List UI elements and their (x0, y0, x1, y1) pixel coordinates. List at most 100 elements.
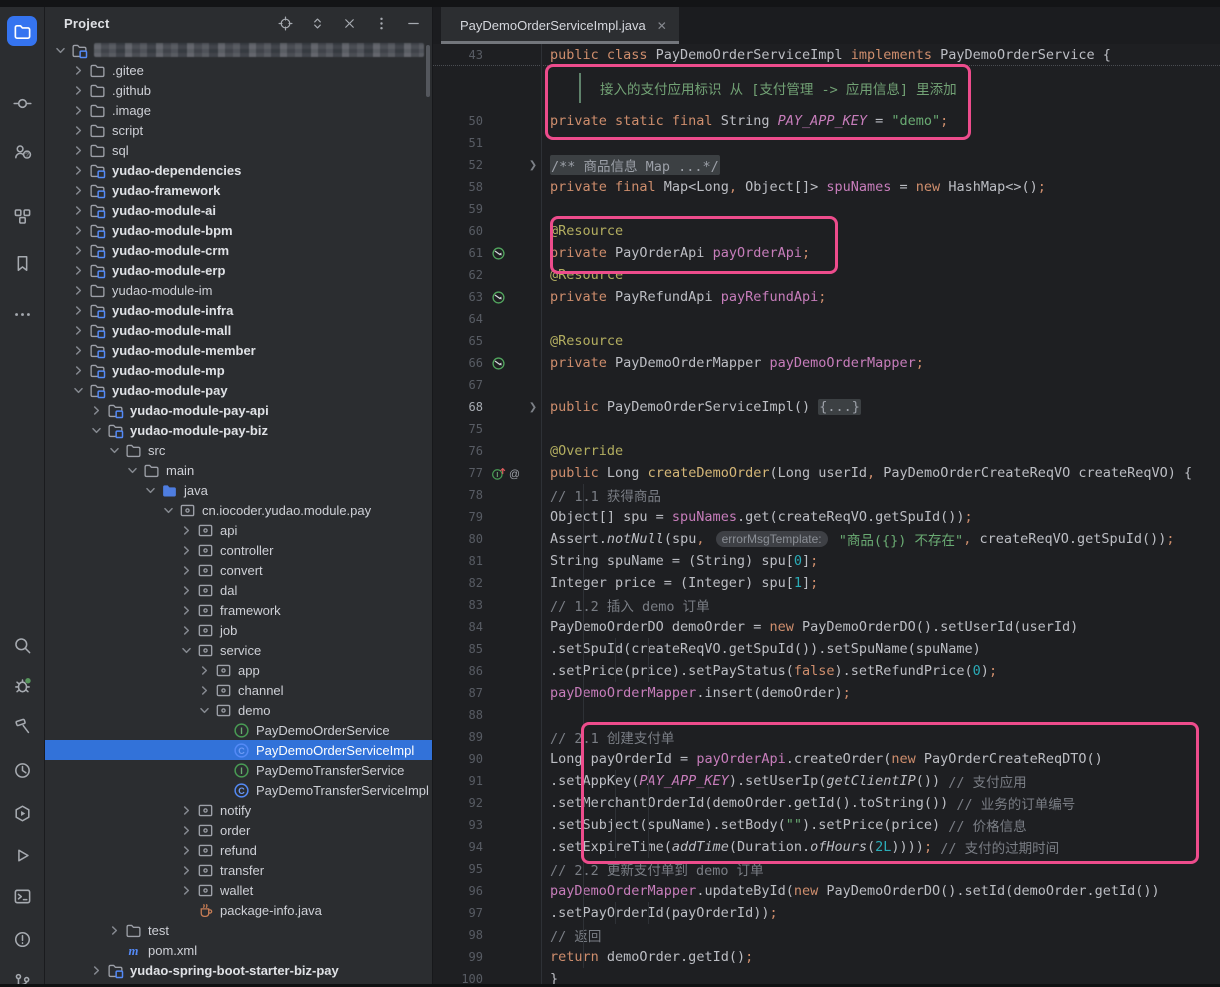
tree-item-yudao-module-pay-api[interactable]: yudao-module-pay-api (45, 400, 432, 420)
chevron-right-icon[interactable] (197, 663, 212, 678)
debug-icon[interactable] (7, 670, 37, 700)
chevron-right-icon[interactable] (71, 283, 86, 298)
close-icon[interactable]: ✕ (657, 19, 667, 33)
chevron-down-icon[interactable] (197, 703, 212, 718)
tree-scrollbar-thumb[interactable] (426, 45, 430, 97)
chevron-right-icon[interactable] (179, 583, 194, 598)
code-line-98[interactable]: 98 // 返回 (433, 924, 1220, 946)
chevron-right-icon[interactable] (107, 923, 122, 938)
problems-icon[interactable] (7, 924, 37, 954)
run-icon[interactable] (7, 840, 37, 870)
fold-chevron-icon[interactable]: ❯ (525, 154, 542, 176)
code-line-93[interactable]: 93 .setSubject(spuName).setBody("").setP… (433, 814, 1220, 836)
code-line-65[interactable]: 65 @Resource (433, 330, 1220, 352)
code-line-95[interactable]: 95 // 2.2 更新支付单到 demo 订单 (433, 858, 1220, 880)
chevron-right-icon[interactable] (179, 623, 194, 638)
code-line-80[interactable]: 80 Assert.notNull(spu, errorMsgTemplate:… (433, 528, 1220, 550)
structure-icon[interactable] (7, 201, 37, 231)
chevron-down-icon[interactable] (161, 503, 176, 518)
services-icon[interactable] (7, 798, 37, 828)
tree-item-dal[interactable]: dal (45, 580, 432, 600)
tree-item-main[interactable]: main (45, 460, 432, 480)
code-line-91[interactable]: 91 .setAppKey(PAY_APP_KEY).setUserIp(get… (433, 770, 1220, 792)
chevron-right-icon[interactable] (179, 563, 194, 578)
tree-item-pom-xml[interactable]: mpom.xml (45, 940, 432, 960)
chevron-right-icon[interactable] (179, 803, 194, 818)
code-line-94[interactable]: 94 .setExpireTime(addTime(Duration.ofHou… (433, 836, 1220, 858)
tree-item-yudao-module-bpm[interactable]: yudao-module-bpm (45, 220, 432, 240)
code-line-61[interactable]: 61 private PayOrderApi payOrderApi; (433, 242, 1220, 264)
chevron-down-icon[interactable] (89, 423, 104, 438)
chevron-right-icon[interactable] (89, 403, 104, 418)
collapse-all-icon[interactable] (340, 15, 358, 33)
autowired-bean-icon[interactable] (491, 246, 506, 261)
tree-item-yudao-module-ai[interactable]: yudao-module-ai (45, 200, 432, 220)
code-line-68[interactable]: 68❯ public PayDemoOrderServiceImpl() {..… (433, 396, 1220, 418)
tree-item-paydemotransferservice[interactable]: IPayDemoTransferService (45, 760, 432, 780)
code-line-59[interactable]: 59 (433, 198, 1220, 220)
tree-item-channel[interactable]: channel (45, 680, 432, 700)
hide-icon[interactable] (404, 15, 422, 33)
tree-item-java[interactable]: java (45, 480, 432, 500)
annotated-icon[interactable]: @ (507, 466, 522, 481)
code-line-43[interactable]: 43public class PayDemoOrderServiceImpl i… (433, 44, 1220, 66)
commit-icon[interactable] (7, 88, 37, 118)
code-viewport[interactable]: 43public class PayDemoOrderServiceImpl i… (433, 44, 1220, 984)
chevron-right-icon[interactable] (71, 183, 86, 198)
chevron-right-icon[interactable] (71, 123, 86, 138)
code-line-82[interactable]: 82 Integer price = (Integer) spu[1]; (433, 572, 1220, 594)
code-line-51[interactable]: 51 (433, 132, 1220, 154)
code-line-62[interactable]: 62 @Resource (433, 264, 1220, 286)
chevron-right-icon[interactable] (71, 343, 86, 358)
tree-item-yudao-module-mp[interactable]: yudao-module-mp (45, 360, 432, 380)
chevron-down-icon[interactable] (107, 443, 122, 458)
chevron-right-icon[interactable] (89, 963, 104, 978)
tree-item-yudao-module-pay[interactable]: yudao-module-pay (45, 380, 432, 400)
chevron-right-icon[interactable] (71, 163, 86, 178)
chevron-right-icon[interactable] (71, 243, 86, 258)
pull-requests-icon[interactable]: ? (7, 136, 37, 166)
tree-item-order[interactable]: order (45, 820, 432, 840)
tree-item-yudao-module-infra[interactable]: yudao-module-infra (45, 300, 432, 320)
tree-item-yudao-module-pay-biz[interactable]: yudao-module-pay-biz (45, 420, 432, 440)
build-icon[interactable] (7, 711, 37, 741)
chevron-down-icon[interactable] (125, 463, 140, 478)
chevron-down-icon[interactable] (143, 483, 158, 498)
locate-file-icon[interactable] (276, 15, 294, 33)
tree-item-app[interactable]: app (45, 660, 432, 680)
tree-item-sql[interactable]: sql (45, 140, 432, 160)
code-line-50[interactable]: 50 private static final String PAY_APP_K… (433, 110, 1220, 132)
tree-item-paydemotransferserviceimpl[interactable]: CPayDemoTransferServiceImpl (45, 780, 432, 800)
tree-item-yudao-spring-boot-starter-biz-pay[interactable]: yudao-spring-boot-starter-biz-pay (45, 960, 432, 980)
chevron-right-icon[interactable] (71, 263, 86, 278)
tree-item-api[interactable]: api (45, 520, 432, 540)
chevron-down-icon[interactable] (71, 383, 86, 398)
code-line-58[interactable]: 58 private final Map<Long, Object[]> spu… (433, 176, 1220, 198)
chevron-right-icon[interactable] (71, 103, 86, 118)
code-line-99[interactable]: 99 return demoOrder.getId(); (433, 946, 1220, 968)
chevron-right-icon[interactable] (197, 683, 212, 698)
tree-item-transfer[interactable]: transfer (45, 860, 432, 880)
tree-item-yudao-framework[interactable]: yudao-framework (45, 180, 432, 200)
chevron-right-icon[interactable] (179, 523, 194, 538)
chevron-right-icon[interactable] (71, 363, 86, 378)
tree-item-paydemoorderserviceimpl[interactable]: CPayDemoOrderServiceImpl (45, 740, 432, 760)
tab-paydemoorderserviceimpl[interactable]: C PayDemoOrderServiceImpl.java ✕ (441, 7, 679, 44)
tree-item--github[interactable]: .github (45, 80, 432, 100)
code-line-75[interactable]: 75 (433, 418, 1220, 440)
code-line-78[interactable]: 78 // 1.1 获得商品 (433, 484, 1220, 506)
code-line-60[interactable]: 60 @Resource (433, 220, 1220, 242)
tree-item-package-info-java[interactable]: package-info.java (45, 900, 432, 920)
chevron-right-icon[interactable] (71, 323, 86, 338)
tree-item--gitee[interactable]: .gitee (45, 60, 432, 80)
code-line-66[interactable]: 66 private PayDemoOrderMapper payDemoOrd… (433, 352, 1220, 374)
autowired-bean-icon[interactable] (491, 290, 506, 305)
code-line-77[interactable]: 77I@ public Long createDemoOrder(Long us… (433, 462, 1220, 484)
chevron-right-icon[interactable] (71, 83, 86, 98)
more-tools-icon[interactable] (7, 299, 37, 329)
profiler-icon[interactable] (7, 755, 37, 785)
tree-item-job[interactable]: job (45, 620, 432, 640)
code-line-90[interactable]: 90 Long payOrderId = payOrderApi.createO… (433, 748, 1220, 770)
code-line-76[interactable]: 76 @Override (433, 440, 1220, 462)
tree-item-refund[interactable]: refund (45, 840, 432, 860)
